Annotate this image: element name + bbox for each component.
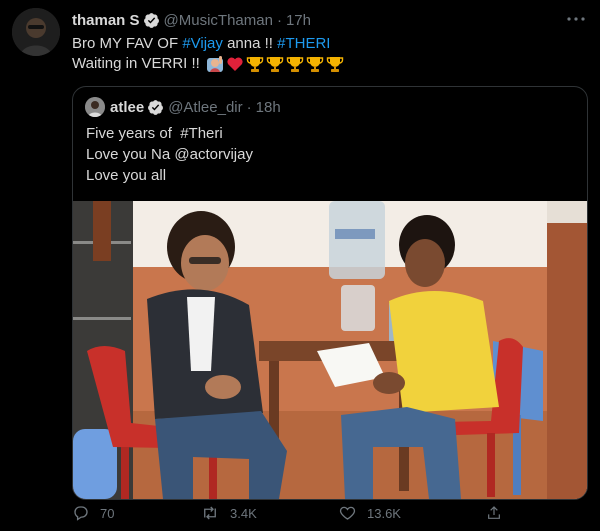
reply-button[interactable]: 70 [72, 500, 200, 526]
tweet-timestamp[interactable]: 17h [286, 12, 311, 29]
hashtag-theri-link[interactable]: #THERI [277, 34, 330, 54]
trophy-emoji-icon [326, 55, 344, 73]
raising-hand-emoji-icon [206, 55, 224, 73]
tweet-header: thaman S @MusicThaman · 17h [72, 10, 311, 30]
author-handle[interactable]: @MusicThaman [164, 12, 273, 29]
retweet-button[interactable]: 3.4K [200, 500, 338, 526]
quoted-text-line: Love you all [86, 167, 167, 184]
quoted-author-name: atlee [110, 98, 145, 116]
like-button[interactable]: 13.6K [338, 500, 486, 526]
author-avatar[interactable] [12, 8, 60, 56]
text-segment: Waiting in VERRI !! [72, 55, 204, 72]
separator-dot: · [276, 11, 282, 29]
trophy-emoji-icon [246, 55, 264, 73]
tweet-photo[interactable] [73, 201, 587, 499]
quoted-author-handle: @Atlee_dir [168, 98, 243, 116]
quoted-tweet[interactable]: atlee @Atlee_dir · 18h Five years of #Th… [72, 86, 588, 500]
retweet-icon [204, 506, 216, 520]
verified-badge-icon [143, 12, 160, 29]
quoted-tweet-text: Five years of #Theri Love you Na @actorv… [86, 123, 253, 186]
quoted-tweet-header: atlee @Atlee_dir · 18h [85, 97, 281, 117]
quoted-text-line: Five years of #Theri [86, 125, 223, 142]
verified-badge-icon [147, 99, 164, 116]
hashtag-vijay-link[interactable]: #Vijay [182, 34, 223, 54]
more-options-icon[interactable] [566, 10, 586, 28]
text-segment: Bro MY FAV OF [72, 35, 183, 52]
share-button[interactable] [486, 500, 512, 526]
tweet-text-line-1: Bro MY FAV OF #Vijay anna !! #THERI [72, 34, 572, 54]
trophy-emoji-icon [266, 55, 284, 73]
separator-dot: · [246, 98, 252, 116]
tweet-text-line-2: Waiting in VERRI !! [72, 54, 572, 74]
quoted-tweet-timestamp: 18h [255, 98, 281, 116]
heart-icon [339, 506, 356, 520]
quoted-author-avatar [85, 97, 105, 117]
quoted-text-line: Love you Na @actorvijay [86, 146, 253, 163]
retweet-count: 3.4K [230, 505, 257, 521]
red-heart-emoji-icon [226, 55, 244, 73]
reply-count: 70 [100, 505, 115, 521]
text-segment: anna !! [222, 35, 278, 52]
tweet-actions: 70 3.4K 13.6K [72, 500, 512, 526]
reply-icon [74, 506, 88, 521]
trophy-emoji-icon [286, 55, 304, 73]
tweet-text: Bro MY FAV OF #Vijay anna !! #THERI Wait… [72, 34, 572, 74]
like-count: 13.6K [367, 505, 401, 521]
trophy-emoji-icon [306, 55, 324, 73]
tweet[interactable]: thaman S @MusicThaman · 17h Bro MY FAV O… [0, 0, 600, 531]
share-icon [488, 506, 500, 519]
author-name[interactable]: thaman S [72, 12, 140, 29]
